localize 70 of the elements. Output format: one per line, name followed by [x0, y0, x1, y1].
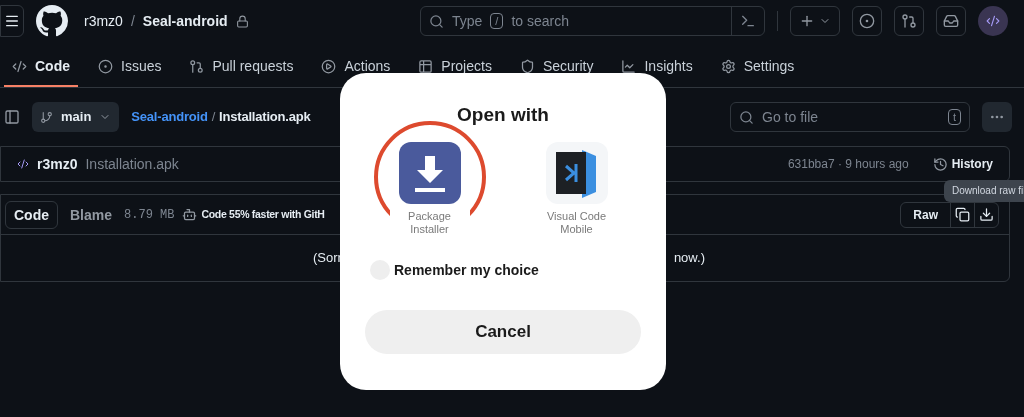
menu-icon: [4, 13, 20, 29]
menu-button[interactable]: [0, 5, 24, 37]
shortcut-key: /: [490, 13, 504, 29]
file-size: 8.79 MB: [124, 206, 175, 223]
table-icon: [418, 58, 434, 74]
nav-tab[interactable]: Actions: [313, 47, 399, 87]
inbox-icon: [943, 13, 959, 29]
circle-dot-icon: [859, 13, 875, 29]
message-text: (Sorr: [313, 248, 342, 267]
shortcut-key: t: [947, 109, 961, 125]
download-icon: [979, 207, 994, 222]
field-placeholder: Go to file: [762, 108, 819, 127]
search-icon: [429, 13, 444, 29]
circle-dot-icon: [98, 58, 113, 74]
message-text: now.): [673, 248, 705, 267]
nav-tab[interactable]: Security: [511, 47, 602, 87]
pull-request-icon: [901, 13, 917, 29]
copilot-icon: [182, 207, 198, 222]
commit-meta: 631bba7 · 9 hours ago: [787, 156, 909, 172]
lock-icon: [235, 14, 249, 28]
path-separator: /: [130, 12, 135, 31]
tooltip: Download raw fil: [944, 180, 1024, 202]
repo-link[interactable]: Seal-android: [131, 107, 208, 127]
view-tab[interactable]: Code: [5, 200, 58, 229]
history-button[interactable]: History: [932, 156, 993, 172]
inbox-button[interactable]: [936, 6, 966, 36]
side-panel-icon[interactable]: [4, 109, 20, 125]
code-icon: [12, 58, 27, 74]
play-icon: [321, 58, 337, 74]
shield-icon: [519, 58, 535, 74]
repo-link[interactable]: Seal-android: [142, 11, 228, 31]
code-icon: [986, 14, 1000, 28]
nav-tab[interactable]: Projects: [410, 47, 500, 87]
branch-button[interactable]: main: [32, 102, 120, 132]
issues-button[interactable]: [852, 6, 882, 36]
search-field[interactable]: Type / to search: [420, 6, 765, 36]
download-app-icon[interactable]: [398, 142, 461, 205]
search-icon: [739, 109, 754, 125]
copy-icon: [955, 207, 970, 222]
nav-tab[interactable]: Insights: [613, 47, 701, 87]
github-logo-icon[interactable]: [36, 5, 68, 37]
go-to-file-field[interactable]: Go to file t: [730, 102, 970, 132]
path-separator: /: [211, 107, 216, 126]
settings-icon: [720, 58, 736, 74]
plus-icon: [799, 13, 815, 29]
pull-request-icon: [189, 58, 205, 74]
search-placeholder: Type: [452, 12, 483, 31]
history-icon: [932, 156, 948, 172]
avatar-icon: [17, 158, 29, 170]
nav-tab[interactable]: Code: [4, 47, 78, 87]
nav-tab[interactable]: Pull requests: [181, 47, 302, 87]
branch-icon: [40, 110, 53, 124]
commit-message[interactable]: Installation.apk: [85, 154, 179, 174]
pull-requests-button[interactable]: [894, 6, 924, 36]
view-tab[interactable]: Blame: [62, 200, 121, 229]
dialog-title: Open with: [457, 103, 549, 127]
owner-link[interactable]: r3mz0: [84, 11, 123, 31]
copilot-promo[interactable]: Code 55% faster with GitH: [201, 207, 325, 222]
code-editor-app-icon[interactable]: [545, 142, 608, 205]
commit-author[interactable]: r3mz0: [37, 154, 78, 174]
file-name: Installation.apk: [219, 107, 311, 126]
search-placeholder: to search: [511, 12, 569, 31]
nav-tab[interactable]: Issues: [90, 47, 170, 87]
cancel-button[interactable]: Cancel: [365, 310, 641, 355]
avatar[interactable]: [978, 6, 1008, 36]
remember-label: Remember my choice: [394, 261, 539, 281]
nav-tab[interactable]: Settings: [712, 47, 803, 87]
graph-icon: [621, 58, 637, 74]
create-button[interactable]: [790, 6, 840, 36]
terminal-icon[interactable]: [740, 13, 756, 29]
